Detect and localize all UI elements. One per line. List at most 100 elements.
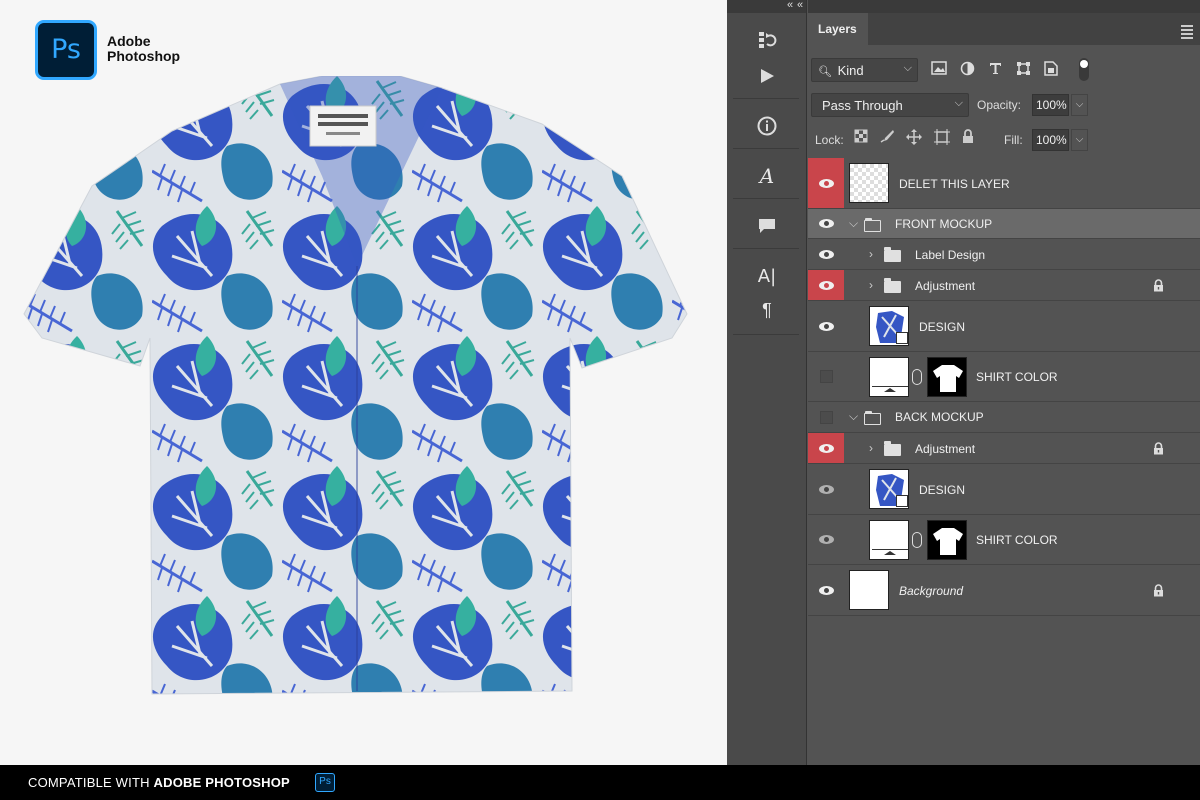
visibility-toggle[interactable] [808,209,844,238]
lock-icon [1154,279,1163,292]
chevron-right-icon[interactable]: › [869,441,873,455]
type-filter-icon[interactable] [988,61,1003,76]
layer-name: SHIRT COLOR [976,370,1058,384]
layer-name: SHIRT COLOR [976,533,1058,547]
shape-filter-icon[interactable] [1016,61,1031,76]
fill-input[interactable]: 100% [1032,129,1069,151]
lock-all-icon[interactable] [962,129,974,144]
brand-line-1: Adobe [107,33,151,49]
dock-separator [733,248,799,249]
layer-row[interactable]: DESIGN [808,301,1200,352]
lock-icon [1154,584,1163,597]
shirt-mockup-image [23,76,688,695]
visibility-toggle[interactable] [808,402,844,432]
layer-row[interactable]: › Adjustment [808,433,1200,464]
eye-icon [818,219,834,228]
layer-name: Background [899,584,964,598]
character-icon[interactable]: A| [727,260,807,292]
lock-image-icon[interactable] [880,129,894,143]
filter-toggle[interactable] [1079,58,1089,81]
chevron-down-icon[interactable]: ⌵ [849,216,858,231]
layer-row[interactable]: ⌵ BACK MOCKUP [808,402,1200,433]
layer-name: Adjustment [915,279,976,293]
glyph-icon[interactable]: A [727,160,807,192]
layer-row[interactable]: Background [808,565,1200,616]
chain-link-icon[interactable] [912,532,922,548]
layer-name: BACK MOCKUP [895,410,984,424]
layer-row[interactable]: › Adjustment [808,270,1200,301]
layer-thumbnail [849,570,889,610]
chevron-down-icon[interactable]: ⌵ [849,409,858,424]
layer-row[interactable]: SHIRT COLOR [808,515,1200,565]
fill-dropdown[interactable]: ⌵ [1071,129,1088,151]
visibility-toggle[interactable] [808,515,844,564]
photoshop-panels: « A A| ¶ « Layers 🔍︎ Kind ⌵ Pass Through… [727,0,1200,765]
folder-icon [884,278,901,293]
panel-tab-row: Layers [808,13,1200,45]
opacity-input[interactable]: 100% [1032,94,1069,116]
visibility-toggle[interactable] [808,352,844,401]
play-icon[interactable] [727,60,807,92]
chain-link-icon[interactable] [912,369,922,385]
lock-transparent-icon[interactable] [854,129,868,143]
dock-separator [733,148,799,149]
brand-name: Adobe Photoshop [107,34,180,64]
history-icon[interactable] [727,24,807,56]
kind-filter-select[interactable]: 🔍︎ Kind ⌵ [811,58,918,82]
info-icon[interactable] [727,110,807,142]
folder-open-icon [864,411,881,425]
visibility-toggle[interactable] [808,158,844,208]
visibility-off-box [819,370,833,383]
visibility-toggle[interactable] [808,239,844,269]
eye-icon [818,535,834,544]
fill-thumbnail [869,520,909,560]
layer-row[interactable]: DELET THIS LAYER [808,158,1200,209]
footer-prefix: COMPATIBLE WITH [28,775,150,790]
dock-header: « [727,0,806,13]
double-chevron-right-icon[interactable]: « [797,0,803,11]
eye-icon [818,443,834,453]
tab-layers[interactable]: Layers [808,13,868,45]
eye-icon [818,178,834,188]
visibility-off-box [819,410,833,424]
double-chevron-left-icon[interactable]: « [787,0,793,11]
panel-header: « [797,0,1200,13]
compatibility-footer: COMPATIBLE WITH ADOBE PHOTOSHOP Ps [0,765,1200,800]
photoshop-logo-text: Ps [51,34,81,65]
chevron-right-icon[interactable]: › [869,247,873,261]
adjustment-filter-icon[interactable] [960,61,975,76]
smart-object-filter-icon[interactable] [1044,61,1058,76]
layer-name: DELET THIS LAYER [899,177,1010,191]
paragraph-icon[interactable]: ¶ [727,294,807,326]
dock-separator [733,198,799,199]
visibility-toggle[interactable] [808,565,844,615]
opacity-dropdown[interactable]: ⌵ [1071,94,1088,116]
comment-icon[interactable] [727,210,807,242]
search-icon: 🔍︎ [818,66,832,78]
chevron-right-icon[interactable]: › [869,278,873,292]
eye-icon [818,321,834,331]
layer-name: Adjustment [915,442,976,456]
blend-mode-value: Pass Through [822,98,903,113]
layer-row[interactable]: DESIGN [808,464,1200,515]
layer-row[interactable]: › Label Design [808,239,1200,270]
eye-icon [818,249,834,259]
visibility-toggle[interactable] [808,433,844,463]
opacity-label: Opacity: [977,98,1022,112]
brand-line-2: Photoshop [107,48,181,64]
layer-filter-icons [931,61,1058,76]
visibility-toggle[interactable] [808,464,844,514]
image-filter-icon[interactable] [931,61,947,75]
panel-dock-strip: « A A| ¶ [727,0,807,765]
lock-position-icon[interactable] [906,129,922,145]
photoshop-logo: Ps [35,20,97,80]
lock-label: Lock: [815,133,844,147]
panel-menu-icon[interactable] [1181,25,1193,41]
visibility-toggle[interactable] [808,270,844,300]
layers-panel: « Layers 🔍︎ Kind ⌵ Pass Through ⌵ Opacit… [797,0,1200,765]
lock-artboard-icon[interactable] [934,129,950,145]
layer-row-selected[interactable]: ⌵ FRONT MOCKUP [808,209,1200,239]
blend-mode-select[interactable]: Pass Through ⌵ [811,93,969,117]
layer-row[interactable]: SHIRT COLOR [808,352,1200,402]
visibility-toggle[interactable] [808,301,844,351]
